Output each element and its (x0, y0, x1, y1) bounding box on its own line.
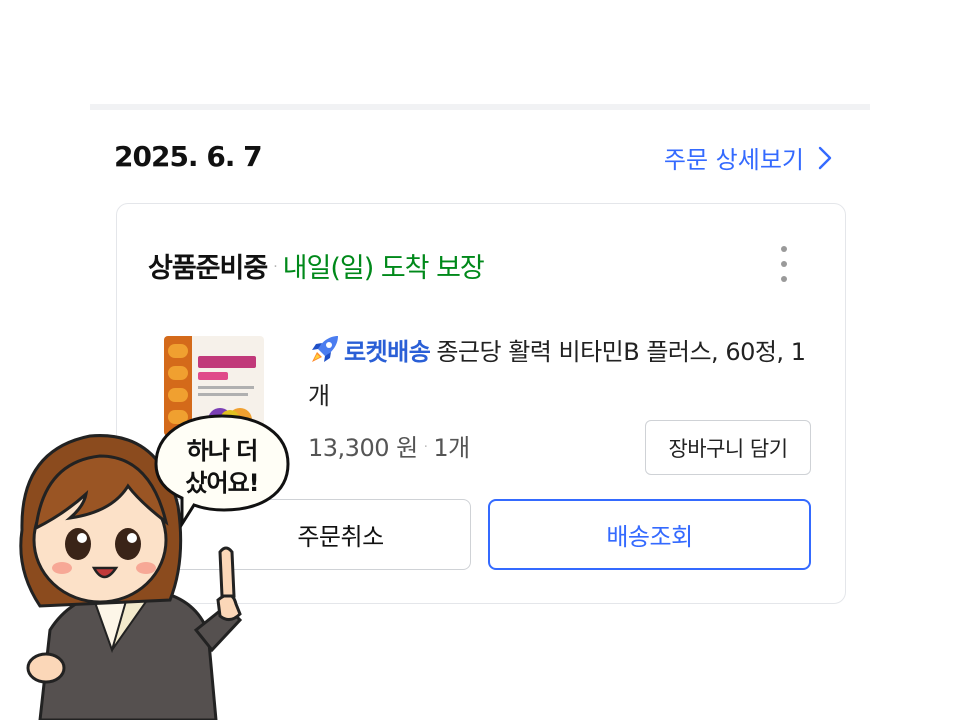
track-delivery-button[interactable]: 배송조회 (488, 499, 811, 570)
order-date: 2025. 6. 7 (114, 140, 263, 173)
status-separator: · (273, 259, 278, 275)
section-divider (90, 104, 870, 110)
price-quantity: 13,300 원 · 1개 (308, 428, 470, 463)
speech-bubble-text: 하나 더 샀어요! (158, 435, 286, 499)
product-title[interactable]: 로켓배송 종근당 활력 비타민B 플러스, 60정, 1개 (308, 330, 818, 418)
arrival-guarantee: 내일(일) 도착 보장 (282, 253, 485, 284)
rocket-delivery-label: 로켓배송 (344, 338, 431, 366)
order-detail-link[interactable]: 주문 상세보기 (664, 140, 832, 175)
speech-line-1: 하나 더 (186, 437, 259, 465)
add-to-cart-button[interactable]: 장바구니 담기 (645, 420, 811, 475)
speech-line-2: 샀어요! (185, 469, 259, 497)
product-quantity: 1개 (433, 434, 470, 462)
rocket-icon (312, 336, 338, 362)
delivery-status: 상품준비중 · 내일(일) 도착 보장 (148, 246, 485, 285)
price-separator: · (423, 440, 428, 455)
status-label: 상품준비중 (148, 253, 268, 284)
chevron-right-icon (818, 146, 832, 169)
order-detail-label: 주문 상세보기 (663, 146, 804, 174)
product-price: 13,300 원 (308, 434, 418, 462)
kebab-menu-icon[interactable] (777, 246, 791, 282)
